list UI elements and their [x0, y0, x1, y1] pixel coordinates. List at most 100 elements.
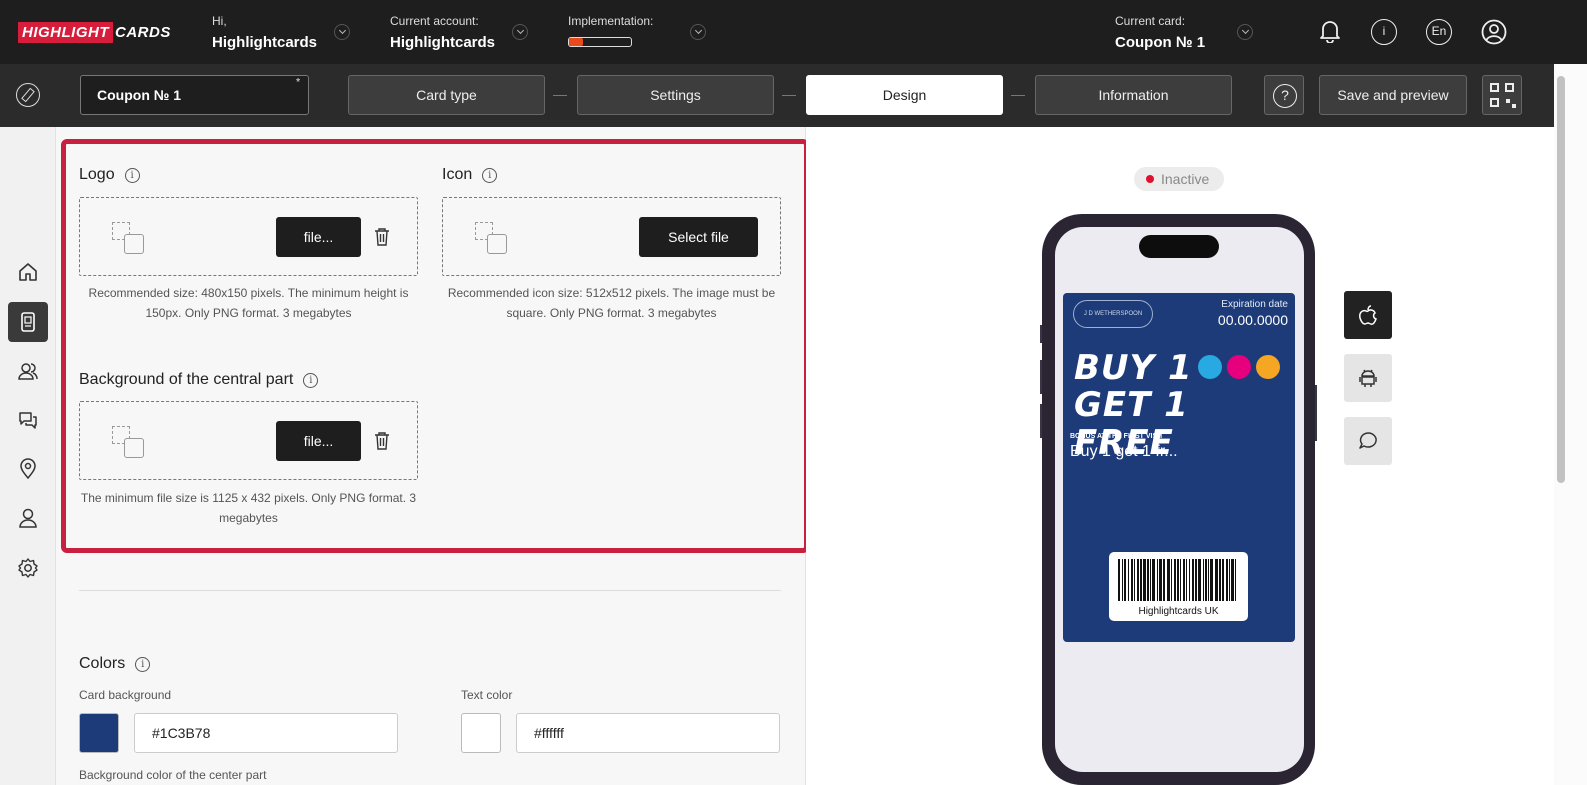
chevron-down-icon[interactable]: [334, 24, 350, 40]
card-background-input[interactable]: #1C3B78: [134, 713, 398, 753]
qr-code-button[interactable]: [1482, 75, 1522, 115]
barcode-bar: [1231, 559, 1234, 601]
barcode-bar: [1147, 559, 1149, 601]
bonus-value: Buy 1 get 1 fr...: [1070, 443, 1178, 460]
speech-bubble-icon: [1359, 432, 1377, 449]
tab-information[interactable]: Information: [1035, 75, 1232, 115]
sidebar-item-messages[interactable]: [8, 400, 48, 440]
language-selector[interactable]: En: [1426, 19, 1452, 45]
icon-title-text: Icon: [442, 166, 473, 183]
qr-code-icon-part: [1506, 99, 1510, 103]
message-platform-button[interactable]: [1344, 417, 1392, 465]
barcode-bar: [1163, 559, 1165, 601]
card-name-input[interactable]: Coupon № 1 *: [80, 75, 309, 115]
trash-icon[interactable]: [374, 227, 390, 246]
tab-design[interactable]: Design: [806, 75, 1003, 115]
implementation-label: Implementation:: [568, 14, 654, 28]
drinks-illustration: [1198, 355, 1285, 384]
phone-notch: [1139, 235, 1219, 258]
barcode-bar: [1203, 559, 1204, 601]
background-select-file-button[interactable]: file...: [276, 421, 361, 461]
user-profile-icon[interactable]: [1481, 19, 1507, 45]
icon-dropzone[interactable]: Select file: [442, 197, 781, 276]
text-color-swatch[interactable]: [461, 713, 501, 753]
promo-line-1: BUY 1: [1074, 348, 1193, 388]
users-icon: [18, 363, 38, 380]
logo-title-text: Logo: [79, 166, 115, 183]
editor-toolbar: Coupon № 1 * Card type Settings Design I…: [0, 64, 1587, 127]
background-section-title: Background of the central part i: [79, 371, 319, 389]
implementation-progress-fill: [569, 38, 583, 46]
step-divider: [553, 95, 567, 96]
account-switcher[interactable]: Current account: Highlightcards: [390, 14, 495, 51]
qr-code-icon-part: [1512, 104, 1516, 108]
sidebar-item-managers[interactable]: [8, 498, 48, 538]
chevron-down-icon[interactable]: [512, 24, 528, 40]
qr-code-icon-part: [1490, 98, 1499, 107]
qr-code-icon-part: [1505, 83, 1514, 92]
chevron-down-icon[interactable]: [690, 24, 706, 40]
help-button[interactable]: ?: [1264, 75, 1304, 115]
sidebar-item-clients[interactable]: [8, 351, 48, 391]
info-icon[interactable]: i: [1371, 19, 1397, 45]
barcode-bar: [1219, 559, 1221, 601]
scrollbar-thumb[interactable]: [1557, 76, 1565, 483]
info-icon[interactable]: i: [482, 168, 498, 183]
barcode-bar: [1226, 559, 1228, 601]
barcode-bar: [1122, 559, 1123, 601]
sidebar-item-home[interactable]: [8, 252, 48, 292]
barcode-bar: [1186, 559, 1187, 601]
current-card-switcher[interactable]: Current card: Coupon № 1: [1115, 14, 1205, 51]
background-title-text: Background of the central part: [79, 371, 294, 388]
background-dropzone[interactable]: file...: [79, 401, 418, 480]
qr-code-icon: [1490, 83, 1499, 92]
chevron-down-icon[interactable]: [1237, 24, 1253, 40]
barcode-bar: [1167, 559, 1170, 601]
colors-section-title: Colors i: [79, 655, 151, 673]
tab-settings[interactable]: Settings: [577, 75, 774, 115]
beer-icon: [1256, 355, 1280, 379]
info-icon[interactable]: i: [135, 657, 151, 672]
implementation-block[interactable]: Implementation:: [568, 14, 653, 28]
bonus-label: BONUS AT THE FIRST VISIT: [1070, 433, 1164, 440]
sidebar-item-locations[interactable]: [8, 449, 48, 489]
trash-icon[interactable]: [374, 431, 390, 450]
barcode-bar: [1205, 559, 1207, 601]
info-icon[interactable]: i: [124, 168, 140, 183]
barcode-bar: [1177, 559, 1179, 601]
barcode-bar: [1210, 559, 1213, 601]
text-color-input[interactable]: #ffffff: [516, 713, 780, 753]
tab-card-type[interactable]: Card type: [348, 75, 545, 115]
brand-logo[interactable]: HIGHLIGHT CARDS: [18, 22, 170, 43]
logo-select-file-button[interactable]: file...: [276, 217, 361, 257]
logo-section-title: Logo i: [79, 166, 140, 184]
step-divider: [782, 95, 796, 96]
current-card-label: Current card:: [1115, 14, 1186, 28]
sidebar-item-cards[interactable]: [8, 302, 48, 342]
colors-title-text: Colors: [79, 655, 126, 672]
page-scrollbar[interactable]: [1554, 64, 1587, 785]
card-background-label: Card background: [79, 688, 172, 702]
background-hint: The minimum file size is 1125 x 432 pixe…: [80, 491, 417, 525]
barcode-bar: [1171, 559, 1172, 601]
barcode-bar: [1215, 559, 1218, 601]
edit-pencil-icon[interactable]: [16, 83, 40, 107]
logo-dropzone[interactable]: file...: [79, 197, 418, 276]
status-badge: Inactive: [1134, 167, 1224, 191]
barcode-bar: [1150, 559, 1151, 601]
info-icon[interactable]: i: [303, 373, 319, 388]
barcode-bar: [1235, 559, 1236, 601]
bell-icon[interactable]: [1319, 19, 1341, 43]
greeting-name: Highlightcards: [212, 34, 318, 51]
greeting-block[interactable]: Hi, Highlightcards: [212, 14, 317, 51]
gear-icon: [18, 558, 38, 578]
icon-select-file-button[interactable]: Select file: [639, 217, 758, 257]
chat-icon: [19, 412, 37, 429]
wine-icon: [1227, 355, 1251, 379]
apple-platform-button[interactable]: [1344, 291, 1392, 339]
card-name-value: Coupon № 1: [97, 87, 182, 103]
save-and-preview-button[interactable]: Save and preview: [1319, 75, 1467, 115]
card-background-swatch[interactable]: [79, 713, 119, 753]
sidebar-item-settings[interactable]: [8, 548, 48, 588]
android-platform-button[interactable]: [1344, 354, 1392, 402]
